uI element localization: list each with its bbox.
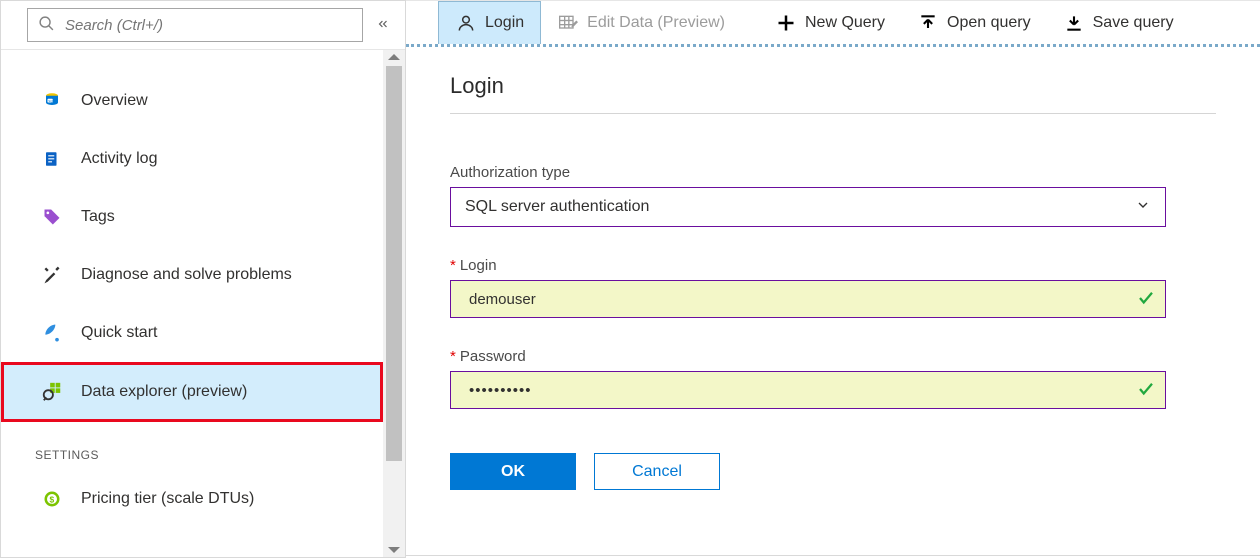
log-icon — [41, 148, 63, 170]
button-row: OK Cancel — [450, 453, 1216, 490]
open-query-button[interactable]: Open query — [901, 1, 1047, 44]
search-box[interactable] — [27, 8, 363, 42]
rocket-icon — [41, 322, 63, 344]
cancel-button[interactable]: Cancel — [594, 453, 720, 490]
person-icon — [455, 12, 477, 34]
tab-edit-data[interactable]: Edit Data (Preview) — [541, 1, 741, 44]
sidebar-item-label: Diagnose and solve problems — [81, 266, 292, 284]
login-label: *Login — [450, 257, 1216, 274]
auth-type-value: SQL server authentication — [465, 198, 649, 216]
sidebar-item-label: Pricing tier (scale DTUs) — [81, 490, 254, 508]
sidebar-item-activity-log[interactable]: Activity log — [1, 130, 383, 188]
table-edit-icon — [557, 12, 579, 34]
password-input[interactable] — [469, 382, 1137, 399]
pricing-icon: $ — [41, 488, 63, 510]
data-explorer-icon — [41, 381, 63, 403]
check-icon — [1137, 380, 1155, 401]
tag-icon — [41, 206, 63, 228]
toolbar: Login Edit Data (Preview) New Query Open… — [406, 0, 1260, 44]
search-icon — [38, 15, 55, 35]
sidebar-scrollbar[interactable] — [383, 50, 405, 557]
login-label-text: Login — [460, 257, 497, 274]
sidebar-item-quick-start[interactable]: Quick start — [1, 304, 383, 362]
password-input-wrap — [450, 371, 1166, 409]
toolbar-label: Login — [485, 14, 524, 32]
login-input[interactable] — [469, 291, 1137, 308]
required-star-icon: * — [450, 348, 456, 365]
login-input-wrap — [450, 280, 1166, 318]
sidebar-item-tags[interactable]: Tags — [1, 188, 383, 246]
sidebar-item-data-explorer[interactable]: Data explorer (preview) — [1, 362, 383, 422]
sidebar: SQL Overview Activity log Tags — [0, 0, 406, 558]
chevron-down-icon — [1135, 197, 1151, 218]
scroll-down-icon[interactable] — [388, 547, 400, 553]
required-star-icon: * — [450, 257, 456, 274]
sidebar-item-label: Overview — [81, 92, 148, 110]
scroll-up-icon[interactable] — [388, 54, 400, 60]
section-header-settings: SETTINGS — [1, 422, 383, 470]
tools-icon — [41, 264, 63, 286]
database-icon: SQL — [41, 90, 63, 112]
ok-button[interactable]: OK — [450, 453, 576, 490]
nav-list: SQL Overview Activity log Tags — [1, 50, 383, 557]
panel-title: Login — [450, 73, 1216, 114]
search-row — [1, 1, 405, 49]
search-input[interactable] — [65, 17, 352, 34]
sidebar-item-overview[interactable]: SQL Overview — [1, 72, 383, 130]
auth-type-label: Authorization type — [450, 164, 1216, 181]
chevron-double-left-icon — [375, 15, 391, 36]
svg-text:SQL: SQL — [48, 99, 54, 103]
save-query-button[interactable]: Save query — [1047, 1, 1190, 44]
toolbar-label: New Query — [805, 14, 885, 32]
plus-icon — [775, 12, 797, 34]
sidebar-item-label: Quick start — [81, 324, 157, 342]
svg-text:$: $ — [50, 494, 55, 504]
toolbar-label: Open query — [947, 14, 1031, 32]
save-icon — [1063, 12, 1085, 34]
sidebar-item-label: Tags — [81, 208, 115, 226]
sidebar-item-pricing-tier[interactable]: $ Pricing tier (scale DTUs) — [1, 470, 383, 528]
check-icon — [1137, 289, 1155, 310]
password-label-text: Password — [460, 348, 526, 365]
tab-login[interactable]: Login — [438, 1, 541, 44]
login-panel: Login Authorization type SQL server auth… — [406, 44, 1260, 555]
new-query-button[interactable]: New Query — [759, 1, 901, 44]
toolbar-label: Save query — [1093, 14, 1174, 32]
main-pane: Login Edit Data (Preview) New Query Open… — [406, 0, 1260, 556]
sidebar-item-label: Activity log — [81, 150, 157, 168]
auth-type-select[interactable]: SQL server authentication — [450, 187, 1166, 227]
sidebar-item-label: Data explorer (preview) — [81, 383, 247, 401]
scroll-thumb[interactable] — [386, 66, 402, 461]
password-label: *Password — [450, 348, 1216, 365]
toolbar-label: Edit Data (Preview) — [587, 14, 725, 32]
collapse-sidebar-button[interactable] — [369, 11, 397, 39]
open-icon — [917, 12, 939, 34]
sidebar-item-diagnose[interactable]: Diagnose and solve problems — [1, 246, 383, 304]
